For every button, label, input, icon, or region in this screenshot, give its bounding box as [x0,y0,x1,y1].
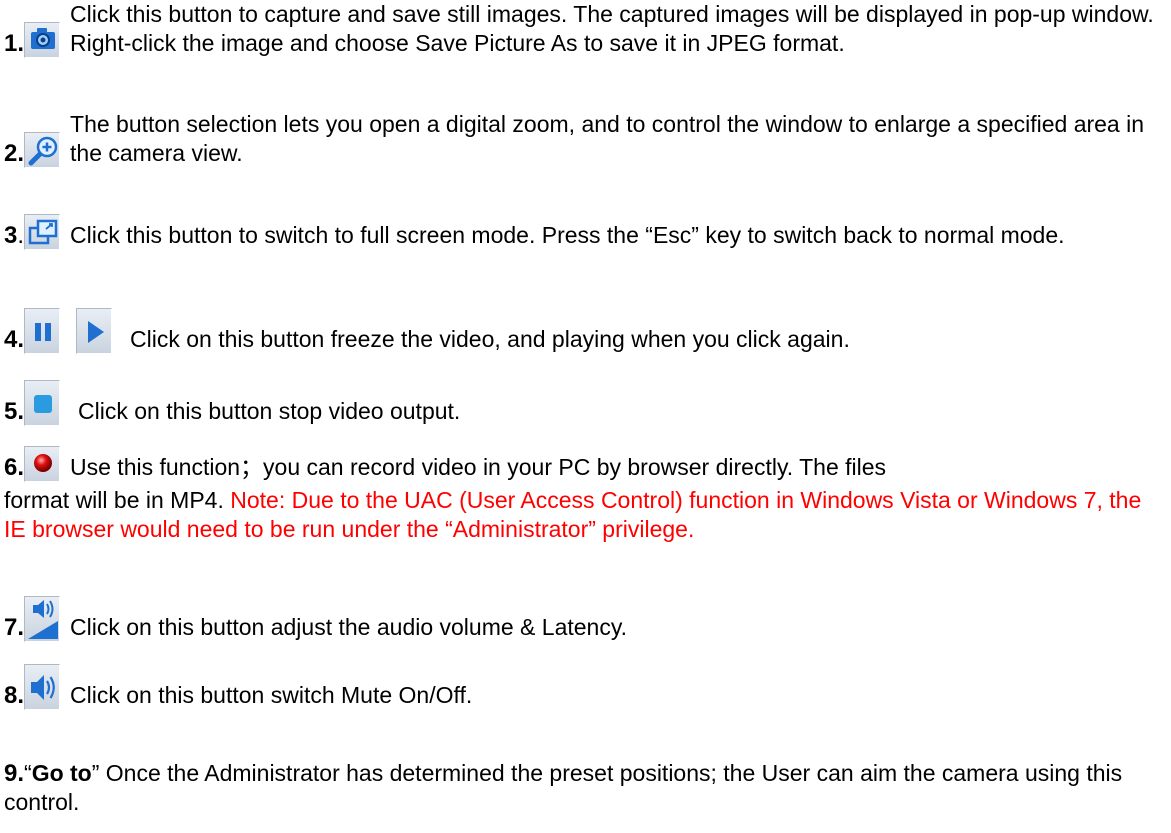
goto-label: Go to [31,760,92,786]
item-text: Once the Administrator has determined th… [4,760,1123,815]
item-text: Click on this button freeze the video, a… [130,326,850,352]
item-fullscreen: 3. Click this button to switch to full s… [4,214,1164,250]
item-number: 8. [4,682,25,709]
speaker-icon[interactable] [24,664,61,710]
item-zoom: 2. The button selection lets you open a … [4,110,1164,168]
item-number: 4. [4,326,25,353]
item-text: Click this button to switch to full scre… [70,222,1065,248]
goto-quote-close: ” [91,760,100,786]
stop-icon[interactable] [24,380,61,426]
record-format-text: format will be in MP4. Note: Due to the … [4,487,1141,542]
item-stop: 5. Click on this button stop video outpu… [4,380,1164,426]
item-number: 3. [4,222,25,249]
item-record-continued: format will be in MP4. Note: Due to the … [4,486,1164,544]
pause-icon[interactable] [24,308,61,354]
fullscreen-icon[interactable] [24,214,61,250]
zoom-in-icon[interactable] [24,132,61,168]
camera-icon[interactable] [24,22,61,58]
play-icon[interactable] [76,308,113,354]
item-mute: 8. Click on this button switch Mute On/O… [4,664,1164,710]
item-number: 1. [4,30,25,57]
item-volume: 7. Click on this button adjust the audio… [4,596,1164,642]
item-number: 9. [4,760,25,787]
volume-adjust-icon[interactable] [24,596,61,642]
item-text: Click on this button stop video output. [78,398,461,424]
item-goto: 9.“Go to” Once the Administrator has det… [4,759,1164,817]
item-record: 6. Use this function；you can record vide… [4,446,1164,482]
item-number: 2. [4,140,25,167]
item-text: Click this button to capture and save st… [70,1,1154,56]
item-number: 5. [4,398,25,425]
record-format-continuation: format will be in MP4. [4,487,231,513]
item-text: Use this function；you can record video i… [70,454,887,480]
goto-quote-open: “ [24,760,32,786]
item-pause-play: 4. Click on this button freeze the video… [4,308,1164,354]
item-text: The button selection lets you open a dig… [70,111,1145,166]
item-number: 7. [4,614,25,641]
item-number: 6. [4,454,25,481]
record-icon[interactable] [24,446,61,482]
item-text: Click on this button switch Mute On/Off. [70,682,473,708]
item-capture: 1. Click this button to capture and save… [4,0,1164,58]
item-text: Click on this button adjust the audio vo… [70,614,628,640]
